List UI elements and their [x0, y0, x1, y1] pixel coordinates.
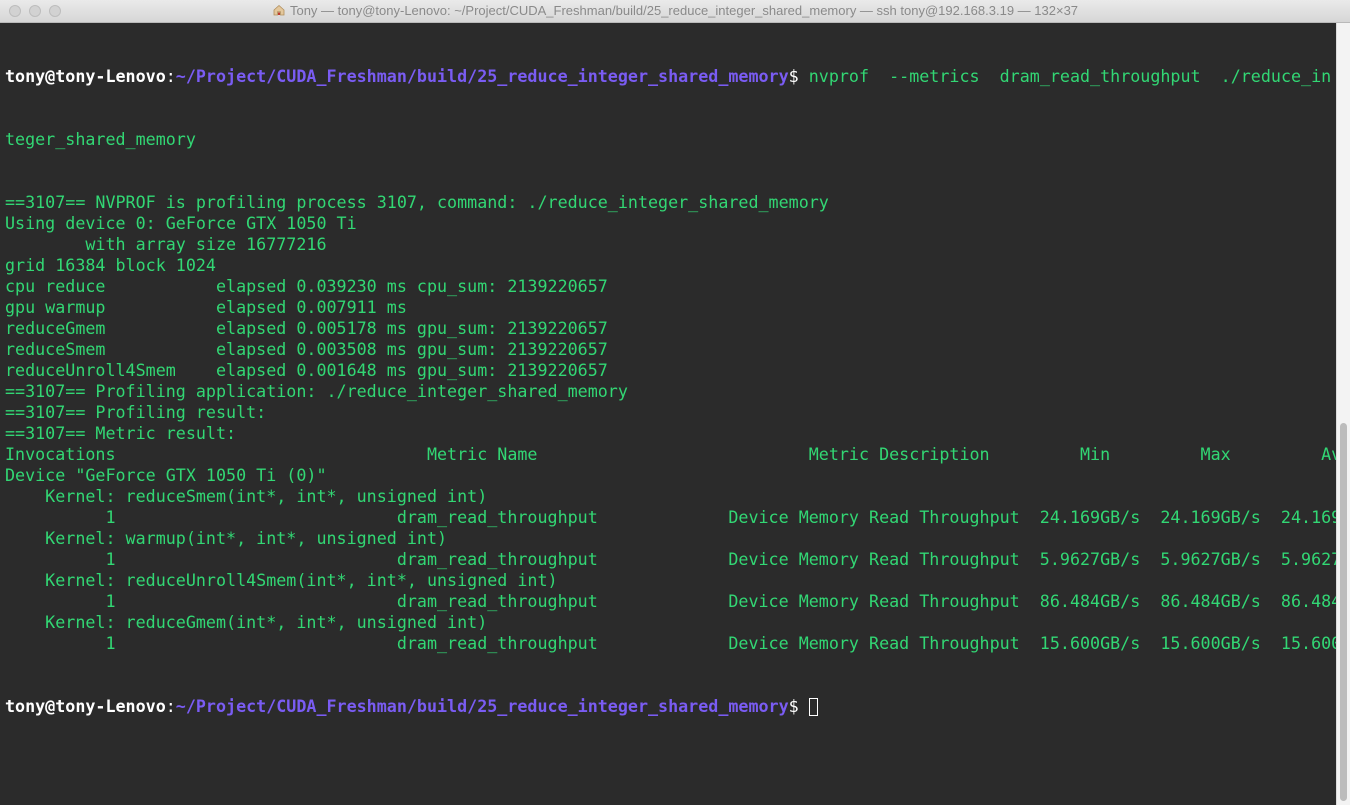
active-prompt-line: tony@tony-Lenovo:~/Project/CUDA_Freshman…	[5, 696, 1336, 717]
command-text: nvprof --metrics dram_read_throughput ./…	[798, 66, 1332, 86]
prompt-user: tony@tony-Lenovo	[5, 66, 166, 86]
terminal-content[interactable]: tony@tony-Lenovo:~/Project/CUDA_Freshman…	[0, 23, 1336, 805]
output-line: grid 16384 block 1024	[5, 255, 216, 275]
prompt-separator: :	[165, 696, 176, 716]
scrollbar-thumb[interactable]	[1340, 423, 1347, 801]
prompt-separator: :	[165, 66, 176, 86]
output-block: ==3107== NVPROF is profiling process 310…	[5, 192, 1336, 654]
output-line: Invocations Metric Name Metric Descripti…	[5, 444, 1336, 464]
scrollbar[interactable]	[1336, 23, 1350, 805]
command-continuation: teger_shared_memory	[5, 129, 196, 149]
output-line: cpu reduce elapsed 0.039230 ms cpu_sum: …	[5, 276, 608, 296]
output-line: ==3107== NVPROF is profiling process 310…	[5, 192, 829, 212]
terminal-screen: tony@tony-Lenovo:~/Project/CUDA_Freshman…	[5, 24, 1336, 759]
text-cursor	[808, 698, 818, 716]
prompt-line: tony@tony-Lenovo:~/Project/CUDA_Freshman…	[5, 66, 1336, 87]
window-title-area: Tony — tony@tony-Lenovo: ~/Project/CUDA_…	[0, 3, 1350, 18]
output-line: ==3107== Metric result:	[5, 423, 237, 443]
prompt-symbol: $	[788, 696, 799, 716]
output-line: Device "GeForce GTX 1050 Ti (0)"	[5, 465, 327, 485]
output-line: Kernel: reduceSmem(int*, int*, unsigned …	[5, 486, 488, 506]
output-line: reduceUnroll4Smem elapsed 0.001648 ms gp…	[5, 360, 608, 380]
prompt-user: tony@tony-Lenovo	[5, 696, 166, 716]
output-line: 1 dram_read_throughput Device Memory Rea…	[5, 591, 1336, 611]
terminal-window: Tony — tony@tony-Lenovo: ~/Project/CUDA_…	[0, 0, 1350, 805]
prompt-path: ~/Project/CUDA_Freshman/build/25_reduce_…	[175, 66, 789, 86]
output-line: Kernel: reduceGmem(int*, int*, unsigned …	[5, 612, 488, 632]
output-line: gpu warmup elapsed 0.007911 ms	[5, 297, 407, 317]
output-line: 1 dram_read_throughput Device Memory Rea…	[5, 549, 1336, 569]
output-line: with array size 16777216	[5, 234, 327, 254]
output-line: Kernel: reduceUnroll4Smem(int*, int*, un…	[5, 570, 558, 590]
output-line: Using device 0: GeForce GTX 1050 Ti	[5, 213, 357, 233]
output-line: reduceGmem elapsed 0.005178 ms gpu_sum: …	[5, 318, 608, 338]
output-line: ==3107== Profiling result:	[5, 402, 267, 422]
home-icon	[273, 4, 285, 16]
prompt-symbol: $	[788, 66, 799, 86]
output-line: 1 dram_read_throughput Device Memory Rea…	[5, 633, 1336, 653]
prompt-path: ~/Project/CUDA_Freshman/build/25_reduce_…	[175, 696, 789, 716]
output-line: reduceSmem elapsed 0.003508 ms gpu_sum: …	[5, 339, 608, 359]
output-line: ==3107== Profiling application: ./reduce…	[5, 381, 628, 401]
output-line: 1 dram_read_throughput Device Memory Rea…	[5, 507, 1336, 527]
window-title: Tony — tony@tony-Lenovo: ~/Project/CUDA_…	[289, 3, 1079, 18]
title-bar: Tony — tony@tony-Lenovo: ~/Project/CUDA_…	[0, 0, 1350, 23]
output-line: Kernel: warmup(int*, int*, unsigned int)	[5, 528, 448, 548]
